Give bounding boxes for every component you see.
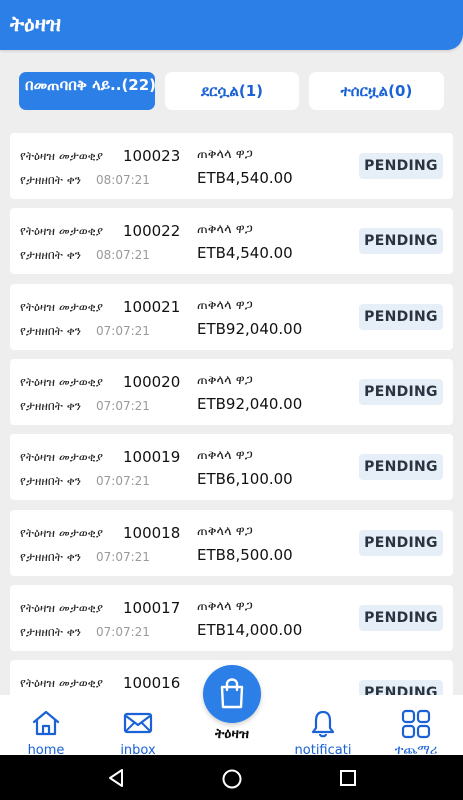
nav-home-label: home xyxy=(27,743,65,755)
total-price: ETB4,540.00 xyxy=(197,244,293,262)
order-time: 07:07:21 xyxy=(96,474,150,488)
total-price-label: ጠቅላላ ዋጋ xyxy=(197,599,253,614)
back-icon[interactable] xyxy=(106,768,126,788)
tab-pending[interactable]: በመጠባበቅ ላይ..(22) xyxy=(19,72,155,110)
order-id-label: የትዕዛዝ መታወቂያ xyxy=(20,676,104,690)
order-date-label: የታዘዘበት ቀን xyxy=(20,550,82,564)
total-price-label: ጠቅላላ ዋጋ xyxy=(197,298,253,313)
total-price: ETB14,000.00 xyxy=(197,621,303,639)
status-badge: PENDING xyxy=(359,304,443,330)
order-id: 100023 xyxy=(123,147,181,165)
order-time: 07:07:21 xyxy=(96,625,150,639)
status-badge: PENDING xyxy=(359,680,443,695)
order-id-label: የትዕዛዝ መታወቂያ xyxy=(20,526,104,540)
nav-more[interactable]: ተጨማሪ xyxy=(370,695,462,755)
order-id: 100017 xyxy=(123,599,181,617)
total-price-label: ጠቅላላ ዋጋ xyxy=(197,448,253,463)
order-date-label: የታዘዘበት ቀን xyxy=(20,248,82,262)
tab-delivered[interactable]: ደርሷል(1) xyxy=(165,72,299,110)
order-card[interactable]: የትዕዛዝ መታወቂያ 100017 የታዘዘበት ቀን 07:07:21 ጠቅ… xyxy=(10,585,453,651)
status-badge: PENDING xyxy=(359,530,443,556)
order-id-label: የትዕዛዝ መታወቂያ xyxy=(20,149,104,163)
total-price-label: ጠቅላላ ዋጋ xyxy=(197,373,253,388)
tab-cancelled[interactable]: ተሰርዟል(0) xyxy=(309,72,444,110)
order-list[interactable]: የትዕዛዝ መታወቂያ 100023 የታዘዘበት ቀን 08:07:21 ጠቅ… xyxy=(0,133,463,695)
total-price-label: ጠቅላላ ዋጋ xyxy=(197,147,253,162)
order-id: 100016 xyxy=(123,674,181,692)
nav-orders-label: ትዕዛዝ xyxy=(214,726,250,742)
order-id-label: የትዕዛዝ መታወቂያ xyxy=(20,601,104,615)
nav-more-label: ተጨማሪ xyxy=(394,743,438,755)
total-price-label: ጠቅላላ ዋጋ xyxy=(197,524,253,539)
status-badge: PENDING xyxy=(359,379,443,405)
nav-notifications[interactable]: notificati xyxy=(277,695,369,755)
page-title: ትዕዛዝ xyxy=(10,12,62,36)
order-id: 100022 xyxy=(123,222,181,240)
order-time: 07:07:21 xyxy=(96,399,150,413)
order-date-label: የታዘዘበት ቀን xyxy=(20,474,82,488)
status-badge: PENDING xyxy=(359,153,443,179)
total-price: ETB6,100.00 xyxy=(197,470,293,488)
order-id-label: የትዕዛዝ መታወቂያ xyxy=(20,224,104,238)
order-time: 07:07:21 xyxy=(96,324,150,338)
total-price: ETB4,540.00 xyxy=(197,169,293,187)
order-date-label: የታዘዘበት ቀን xyxy=(20,399,82,413)
nav-inbox[interactable]: inbox xyxy=(92,695,184,755)
order-time: 07:07:21 xyxy=(96,550,150,564)
order-time: 08:07:21 xyxy=(96,248,150,262)
total-price: ETB92,040.00 xyxy=(197,395,303,413)
system-navigation-bar xyxy=(0,755,463,800)
nav-home[interactable]: home xyxy=(0,695,92,755)
status-badge: PENDING xyxy=(359,228,443,254)
recents-icon[interactable] xyxy=(338,768,358,788)
nav-notifications-label: notificati xyxy=(294,743,352,755)
order-id-label: የትዕዛዝ መታወቂያ xyxy=(20,450,104,464)
status-badge: PENDING xyxy=(359,454,443,480)
order-time: 08:07:21 xyxy=(96,173,150,187)
total-price: ETB92,040.00 xyxy=(197,320,303,338)
bell-icon xyxy=(311,710,335,738)
order-id-label: የትዕዛዝ መታወቂያ xyxy=(20,300,104,314)
order-date-label: የታዘዘበት ቀን xyxy=(20,173,82,187)
order-date-label: የታዘዘበት ቀን xyxy=(20,324,82,338)
total-price: ETB8,500.00 xyxy=(197,546,293,564)
status-badge: PENDING xyxy=(359,605,443,631)
order-id: 100021 xyxy=(123,298,181,316)
shopping-bag-icon xyxy=(220,678,244,709)
home-circle-icon[interactable] xyxy=(221,768,243,790)
home-icon xyxy=(32,710,60,736)
order-id: 100019 xyxy=(123,448,181,466)
app-header: ትዕዛዝ xyxy=(0,0,463,50)
order-id: 100020 xyxy=(123,373,181,391)
order-card[interactable]: የትዕዛዝ መታወቂያ 100020 የታዘዘበት ቀን 07:07:21 ጠቅ… xyxy=(10,359,453,425)
grid-icon xyxy=(401,709,431,739)
nav-orders-button[interactable] xyxy=(203,665,261,723)
order-date-label: የታዘዘበት ቀን xyxy=(20,625,82,639)
order-card[interactable]: የትዕዛዝ መታወቂያ 100022 የታዘዘበት ቀን 08:07:21 ጠቅ… xyxy=(10,208,453,274)
order-card[interactable]: የትዕዛዝ መታወቂያ 100018 የታዘዘበት ቀን 07:07:21 ጠቅ… xyxy=(10,510,453,576)
order-id-label: የትዕዛዝ መታወቂያ xyxy=(20,375,104,389)
mail-icon xyxy=(123,712,153,734)
order-status-tabs: በመጠባበቅ ላይ..(22) ደርሷል(1) ተሰርዟል(0) xyxy=(0,72,463,110)
order-card[interactable]: የትዕዛዝ መታወቂያ 100021 የታዘዘበት ቀን 07:07:21 ጠቅ… xyxy=(10,284,453,350)
order-card[interactable]: የትዕዛዝ መታወቂያ 100023 የታዘዘበት ቀን 08:07:21 ጠቅ… xyxy=(10,133,453,199)
nav-inbox-label: inbox xyxy=(120,743,156,755)
order-card[interactable]: የትዕዛዝ መታወቂያ 100019 የታዘዘበት ቀን 07:07:21 ጠቅ… xyxy=(10,434,453,500)
total-price-label: ጠቅላላ ዋጋ xyxy=(197,222,253,237)
order-id: 100018 xyxy=(123,524,181,542)
